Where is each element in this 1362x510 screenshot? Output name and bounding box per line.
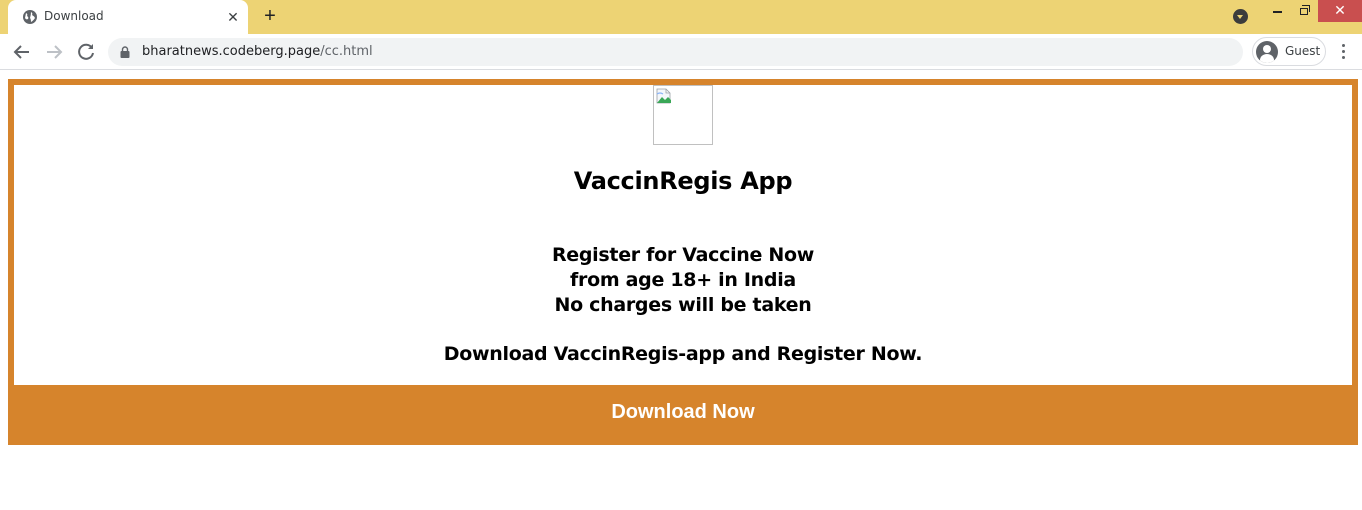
- tab-search-icon[interactable]: [1233, 9, 1248, 24]
- reload-icon: [78, 43, 94, 60]
- reload-button[interactable]: [74, 40, 98, 64]
- address-bar[interactable]: bharatnews.codeberg.page/cc.html: [108, 38, 1243, 66]
- cta-text: Download VaccinRegis-app and Register No…: [443, 343, 923, 365]
- tab-close-icon[interactable]: ✕: [224, 8, 242, 26]
- avatar-icon: [1256, 41, 1278, 63]
- globe-icon: [23, 10, 37, 24]
- lock-icon[interactable]: [120, 46, 130, 58]
- app-logo-image: [653, 85, 713, 145]
- promo-lines: Register for Vaccine Now from age 18+ in…: [14, 243, 1352, 318]
- page-content: VaccinRegis App Register for Vaccine Now…: [0, 71, 1362, 510]
- arrow-right-icon: [47, 45, 63, 59]
- back-button[interactable]: [10, 40, 34, 64]
- new-tab-button[interactable]: +: [259, 5, 281, 27]
- profile-button[interactable]: Guest: [1252, 37, 1326, 66]
- promo-line: Register for Vaccine Now: [551, 244, 815, 266]
- tab-strip: Download ✕ + ✕: [0, 0, 1362, 34]
- kebab-menu-icon[interactable]: [1336, 42, 1352, 62]
- profile-name: Guest: [1285, 44, 1321, 58]
- url-text[interactable]: bharatnews.codeberg.page/cc.html: [142, 44, 373, 59]
- browser-toolbar: bharatnews.codeberg.page/cc.html Guest: [0, 34, 1362, 70]
- download-now-button[interactable]: Download Now: [8, 385, 1358, 445]
- app-title: VaccinRegis App: [573, 167, 793, 195]
- minimize-icon[interactable]: [1266, 0, 1290, 22]
- window-close-icon[interactable]: ✕: [1318, 0, 1362, 22]
- tab-title: Download: [44, 9, 104, 23]
- restore-icon[interactable]: [1292, 0, 1316, 22]
- url-host: bharatnews.codeberg.page: [142, 44, 321, 59]
- tab-download[interactable]: Download ✕: [8, 0, 248, 34]
- broken-image-icon: [656, 88, 671, 104]
- forward-button[interactable]: [42, 40, 66, 64]
- promo-line: from age 18+ in India: [570, 269, 796, 291]
- arrow-left-icon: [13, 45, 29, 59]
- url-path: /cc.html: [320, 44, 373, 59]
- promo-line: No charges will be taken: [554, 294, 812, 316]
